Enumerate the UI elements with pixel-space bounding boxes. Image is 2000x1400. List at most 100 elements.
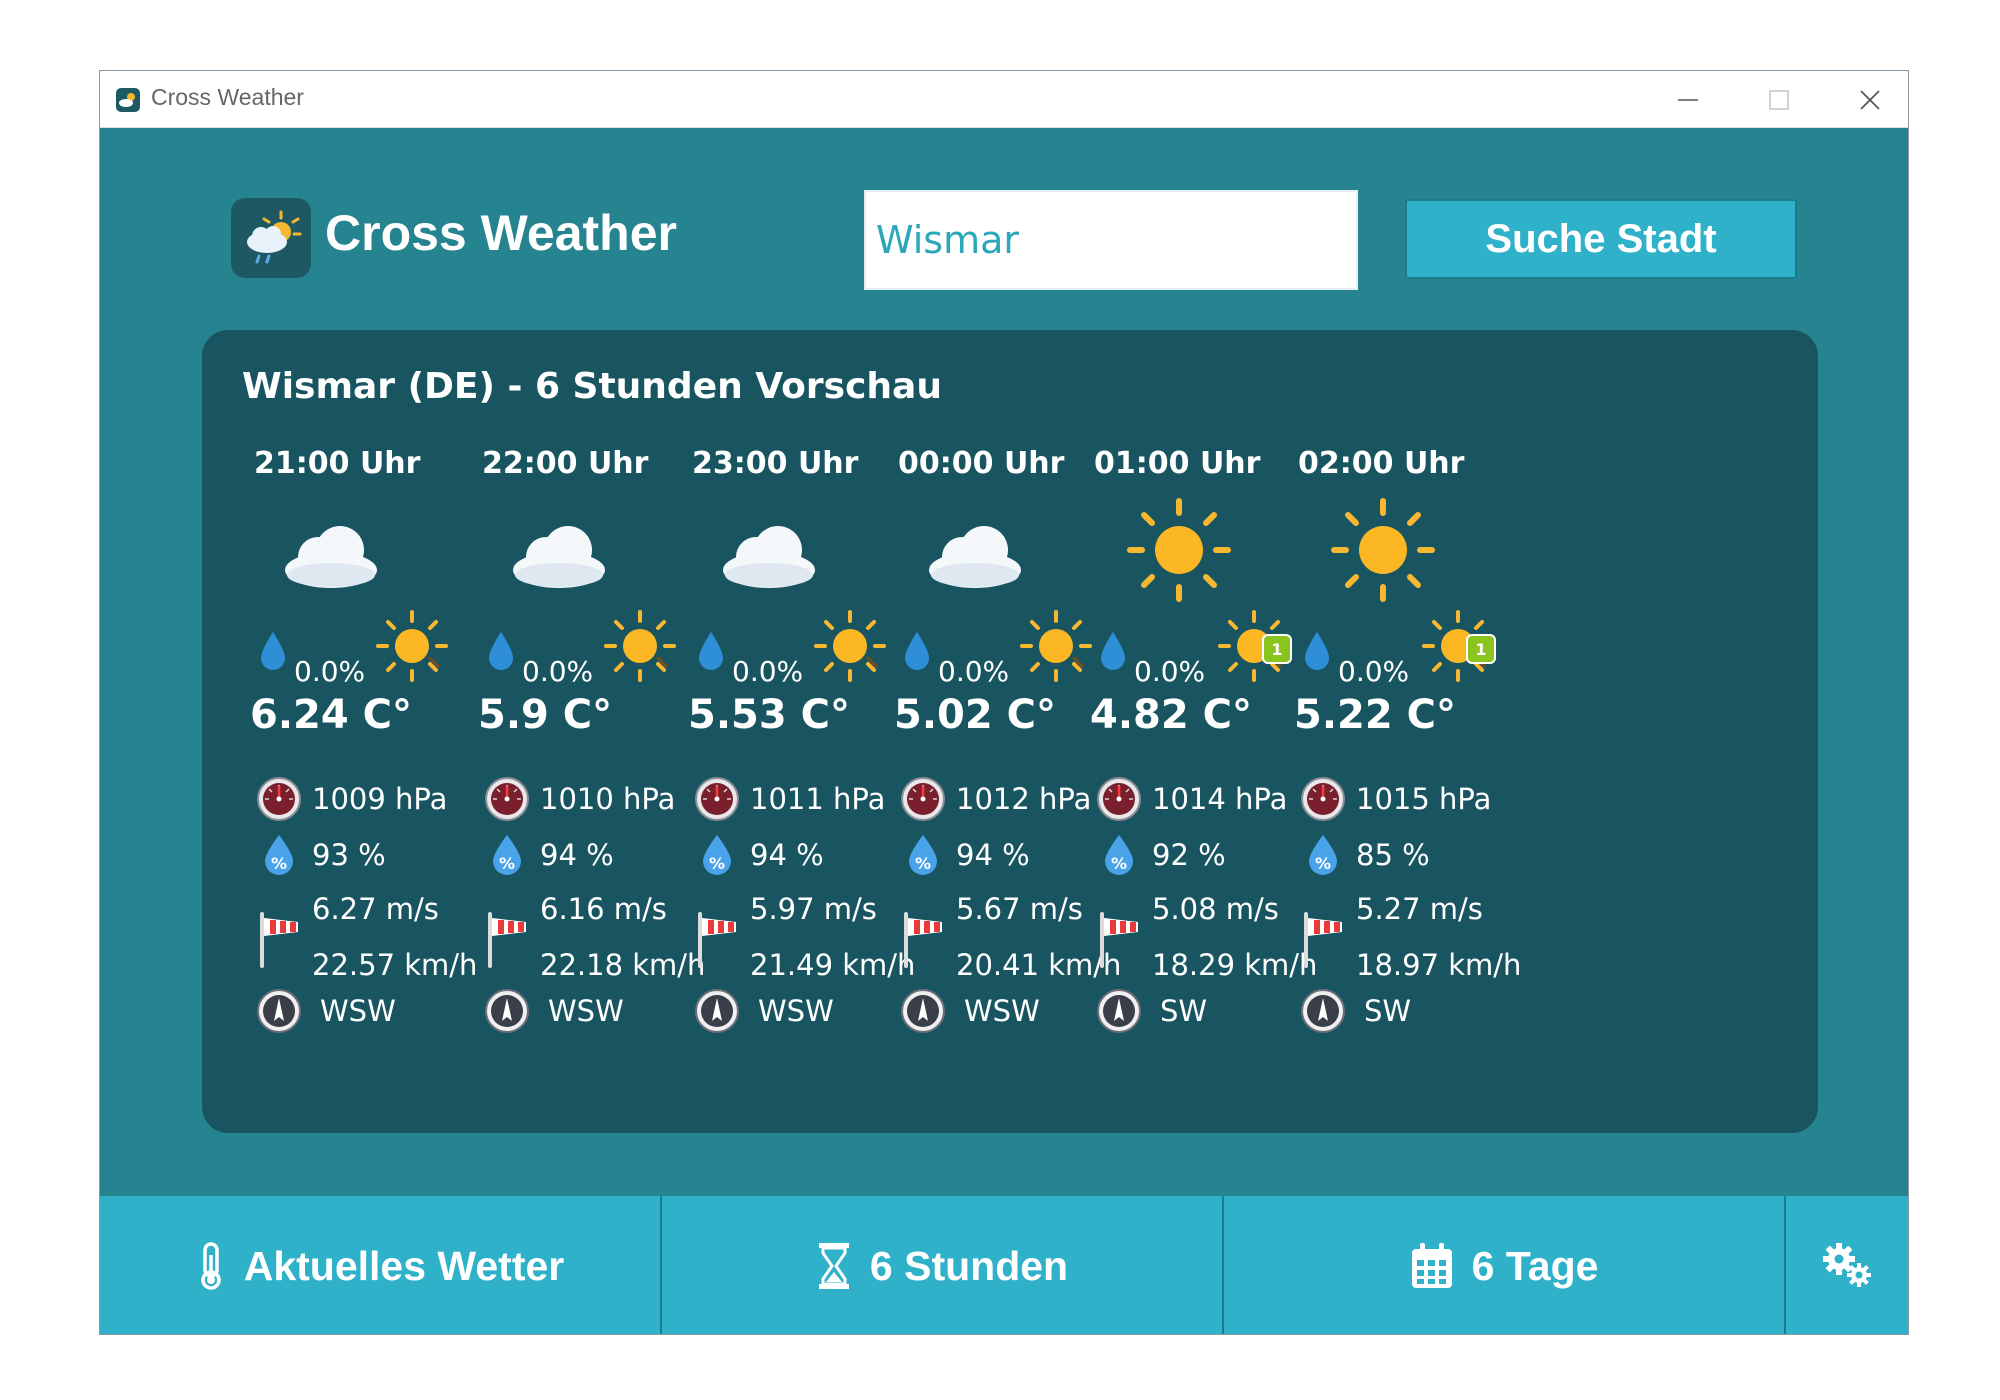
rain-probability: 0.0%	[294, 655, 366, 688]
search-city-button[interactable]: Suche Stadt	[1405, 199, 1797, 279]
windsock-icon	[258, 910, 304, 970]
compass-icon	[694, 988, 740, 1034]
cloud-icon	[714, 495, 824, 605]
cloud-icon	[920, 495, 1030, 605]
settings-button[interactable]	[1786, 1196, 1908, 1334]
temperature: 6.24 C°	[250, 692, 412, 738]
svg-text:%: %	[1111, 854, 1127, 873]
raindrop-icon	[902, 630, 932, 672]
humidity: 93 %	[312, 838, 386, 872]
rain-probability: 0.0%	[1338, 655, 1410, 688]
humidity: 92 %	[1152, 838, 1226, 872]
wind-direction: WSW	[758, 994, 834, 1028]
raindrop-icon	[1302, 630, 1332, 672]
wind-direction: WSW	[548, 994, 624, 1028]
raindrop-icon	[696, 630, 726, 672]
humidity-icon: %	[1096, 831, 1142, 877]
cloud-icon	[504, 495, 614, 605]
minimize-icon[interactable]	[1673, 85, 1703, 115]
humidity: 85 %	[1356, 838, 1430, 872]
svg-text:%: %	[1315, 854, 1331, 873]
app-small-icon	[116, 88, 140, 112]
barometer-icon	[694, 776, 740, 822]
humidity-icon: %	[694, 831, 740, 877]
barometer-icon	[484, 776, 530, 822]
svg-text:%: %	[271, 854, 287, 873]
nav-6-hours-label: 6 Stunden	[869, 1242, 1069, 1289]
nav-6-hours-button[interactable]: 6 Stunden	[662, 1196, 1224, 1334]
rain-probability: 0.0%	[522, 655, 594, 688]
app-title: Cross Weather	[325, 205, 677, 261]
hour-time: 21:00 Uhr	[254, 446, 421, 481]
barometer-icon	[1300, 776, 1346, 822]
nav-6-days-label: 6 Tage	[1471, 1242, 1599, 1289]
humidity: 94 %	[540, 838, 614, 872]
windsock-icon	[696, 910, 742, 970]
rain-probability: 0.0%	[732, 655, 804, 688]
forecast-panel: Wismar (DE) - 6 Stunden Vorschau 21:00 U…	[202, 330, 1818, 1133]
pressure: 1010 hPa	[540, 782, 676, 816]
compass-icon	[256, 988, 302, 1034]
temperature: 4.82 C°	[1090, 692, 1252, 738]
hourglass-icon	[818, 1243, 849, 1289]
rain-probability: 0.0%	[1134, 655, 1206, 688]
pressure: 1009 hPa	[312, 782, 448, 816]
humidity-icon: %	[900, 831, 946, 877]
wind-direction: SW	[1364, 994, 1412, 1028]
wind-direction: WSW	[964, 994, 1040, 1028]
pressure: 1014 hPa	[1152, 782, 1288, 816]
hour-time: 01:00 Uhr	[1094, 446, 1261, 481]
pressure: 1015 hPa	[1356, 782, 1492, 816]
windsock-icon	[486, 910, 532, 970]
window-title: Cross Weather	[151, 84, 304, 110]
temperature: 5.22 C°	[1294, 692, 1456, 738]
rain-probability: 0.0%	[938, 655, 1010, 688]
app-logo-icon	[231, 198, 311, 278]
uv-sun-icon	[600, 606, 680, 686]
compass-icon	[900, 988, 946, 1034]
hour-time: 00:00 Uhr	[898, 446, 1065, 481]
svg-text:%: %	[499, 854, 515, 873]
nav-current-weather-button[interactable]: Aktuelles Wetter	[100, 1196, 662, 1334]
sun-icon	[1124, 495, 1234, 605]
uv-sun-icon	[372, 606, 452, 686]
hour-time: 23:00 Uhr	[692, 446, 859, 481]
humidity-icon: %	[484, 831, 530, 877]
compass-icon	[484, 988, 530, 1034]
temperature: 5.02 C°	[894, 692, 1056, 738]
svg-text:%: %	[709, 854, 725, 873]
calendar-icon	[1411, 1243, 1452, 1288]
hour-column: 02:00 Uhr 0.0% 1 5.22 C° 1015 hPa% 85 % 5.27 m…	[1278, 330, 1538, 1133]
nav-6-days-button[interactable]: 6 Tage	[1224, 1196, 1786, 1334]
barometer-icon	[1096, 776, 1142, 822]
wind-direction: SW	[1160, 994, 1208, 1028]
raindrop-icon	[1098, 630, 1128, 672]
thermometer-icon	[200, 1242, 221, 1290]
compass-icon	[1096, 988, 1142, 1034]
humidity: 94 %	[750, 838, 824, 872]
wind-speed-ms: 5.67 m/s	[956, 892, 1083, 926]
pressure: 1012 hPa	[956, 782, 1092, 816]
hour-time: 02:00 Uhr	[1298, 446, 1465, 481]
temperature: 5.53 C°	[688, 692, 850, 738]
cloud-icon	[276, 495, 386, 605]
windsock-icon	[1098, 910, 1144, 970]
raindrop-icon	[486, 630, 516, 672]
wind-speed-ms: 5.97 m/s	[750, 892, 877, 926]
close-icon[interactable]	[1855, 85, 1885, 115]
city-search-input[interactable]	[864, 190, 1358, 290]
raindrop-icon	[258, 630, 288, 672]
wind-speed-ms: 5.08 m/s	[1152, 892, 1279, 926]
svg-text:%: %	[915, 854, 931, 873]
humidity-icon: %	[1300, 831, 1346, 877]
pressure: 1011 hPa	[750, 782, 886, 816]
windsock-icon	[902, 910, 948, 970]
barometer-icon	[900, 776, 946, 822]
wind-speed-kmh: 22.57 km/h	[312, 948, 478, 982]
wind-direction: WSW	[320, 994, 396, 1028]
humidity-icon: %	[256, 831, 302, 877]
wind-speed-kmh: 18.97 km/h	[1356, 948, 1522, 982]
barometer-icon	[256, 776, 302, 822]
maximize-icon[interactable]	[1764, 85, 1794, 115]
hour-time: 22:00 Uhr	[482, 446, 649, 481]
